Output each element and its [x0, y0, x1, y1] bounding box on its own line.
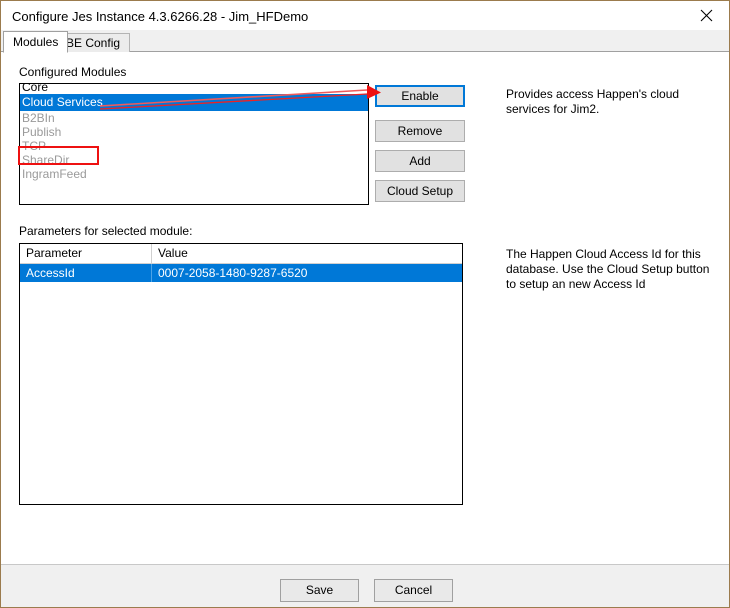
- list-item[interactable]: Core: [20, 84, 368, 94]
- save-button[interactable]: Save: [280, 579, 359, 602]
- configure-jes-instance-window: Configure Jes Instance 4.3.6266.28 - Jim…: [0, 0, 730, 608]
- footer-bar: Save Cancel: [1, 564, 729, 607]
- enable-button[interactable]: Enable: [375, 85, 465, 107]
- list-item[interactable]: IngramFeed: [20, 167, 368, 181]
- parameters-label: Parameters for selected module:: [19, 224, 193, 238]
- list-item[interactable]: Publish: [20, 125, 368, 139]
- parameters-grid[interactable]: Parameter Value AccessId 0007-2058-1480-…: [19, 243, 463, 505]
- column-header-parameter[interactable]: Parameter: [20, 244, 151, 263]
- title-bar: Configure Jes Instance 4.3.6266.28 - Jim…: [1, 1, 729, 30]
- list-item[interactable]: TCP: [20, 139, 368, 153]
- table-row[interactable]: AccessId 0007-2058-1480-9287-6520: [20, 264, 462, 282]
- cell-value[interactable]: 0007-2058-1480-9287-6520: [151, 264, 462, 282]
- column-header-value[interactable]: Value: [151, 244, 462, 263]
- cloud-setup-button[interactable]: Cloud Setup: [375, 180, 465, 202]
- list-item[interactable]: B2BIn: [20, 111, 368, 125]
- client-area: Configured Modules Core Cloud Services B…: [1, 52, 729, 564]
- configured-modules-listbox[interactable]: Core Cloud Services B2BIn Publish TCP Sh…: [19, 83, 369, 205]
- grid-header-row: Parameter Value: [20, 244, 462, 264]
- tab-modules[interactable]: Modules: [3, 31, 69, 53]
- window-title: Configure Jes Instance 4.3.6266.28 - Jim…: [12, 9, 309, 24]
- cell-parameter[interactable]: AccessId: [20, 264, 151, 282]
- close-button[interactable]: [684, 1, 729, 30]
- close-icon: [700, 9, 713, 22]
- remove-button[interactable]: Remove: [375, 120, 465, 142]
- list-item[interactable]: Cloud Services: [20, 94, 368, 111]
- list-item[interactable]: ShareDir: [20, 153, 368, 167]
- tab-strip: Modules BE Config: [1, 30, 729, 53]
- add-button[interactable]: Add: [375, 150, 465, 172]
- configured-modules-label: Configured Modules: [19, 65, 127, 79]
- parameters-help-text: The Happen Cloud Access Id for this data…: [506, 247, 710, 291]
- cancel-button[interactable]: Cancel: [374, 579, 453, 602]
- module-help-text: Provides access Happen's cloud services …: [506, 87, 680, 116]
